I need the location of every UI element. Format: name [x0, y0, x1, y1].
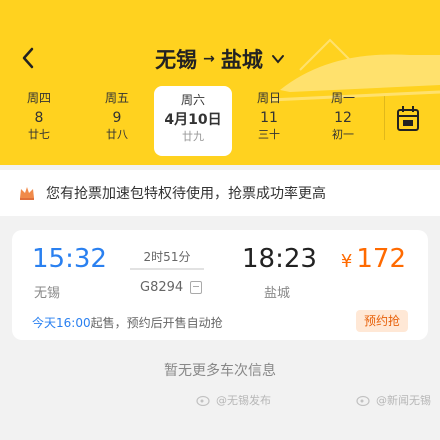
chevron-down-icon [271, 52, 285, 66]
date-weekday: 周一 [330, 91, 355, 105]
no-more-trains: 暂无更多车次信息 [164, 363, 276, 379]
date-weekday: 周日 [256, 91, 281, 105]
departure-time: 15:32 [32, 244, 107, 274]
watermark-text: @新闻无锡 [376, 394, 431, 407]
date-weekday: 周五 [104, 91, 129, 105]
departure-station: 无锡 [34, 286, 61, 301]
train-info-icon[interactable] [190, 281, 202, 294]
weibo-icon [356, 394, 372, 406]
crown-icon [18, 184, 36, 202]
sale-info: 今天16:00起售，预约后开售自动抢 [32, 314, 223, 331]
date-lunar: 廿九 [182, 130, 204, 143]
watermark-text: @无锡发布 [216, 394, 271, 407]
date-day: 4月10日 [164, 112, 222, 128]
date-lunar: 廿七 [28, 128, 50, 141]
arrival-station: 盐城 [264, 286, 291, 301]
watermark-1: @无锡发布 [196, 392, 271, 408]
date-item-sun[interactable]: 周日 11 三十 [234, 90, 304, 150]
price-value: 172 [356, 244, 406, 274]
train-card[interactable]: 15:32 2时51分 18:23 ¥ 172 无锡 G8294 盐城 今天16… [12, 230, 428, 340]
date-day: 11 [260, 110, 278, 126]
reserve-badge[interactable]: 预约抢 [355, 310, 408, 332]
to-city: 盐城 [220, 48, 263, 72]
travel-duration: 2时51分 [143, 250, 191, 264]
watermark-2: @新闻无锡 [356, 392, 431, 408]
divider [384, 96, 385, 140]
route-arrow: → [203, 51, 215, 67]
date-day: 9 [112, 110, 122, 126]
train-number: G8294 [140, 280, 184, 295]
date-lunar: 三十 [258, 128, 280, 141]
calendar-icon [397, 106, 419, 131]
date-lunar: 廿八 [106, 128, 128, 141]
from-city: 无锡 [155, 48, 198, 72]
date-weekday: 周四 [26, 91, 51, 105]
header: 无锡 → 盐城 周四 8 廿七 周五 9 廿八 周六 4月10日 廿九 周日 1… [0, 0, 440, 165]
ticket-price: ¥ 172 [341, 244, 406, 274]
date-weekday: 周六 [180, 93, 205, 107]
date-day: 8 [34, 110, 44, 126]
sale-time: 今天16:00 [32, 316, 91, 330]
duration-line [130, 268, 204, 270]
sale-text: 起售，预约后开售自动抢 [90, 316, 223, 330]
date-lunar: 初一 [332, 128, 354, 141]
arrival-time: 18:23 [242, 244, 317, 274]
date-item-sat-selected[interactable]: 周六 4月10日 廿九 [154, 86, 232, 156]
speedup-notice[interactable]: 您有抢票加速包特权待使用，抢票成功率更高 [0, 170, 440, 216]
calendar-button[interactable] [396, 104, 420, 132]
route-selector[interactable]: 无锡 → 盐城 [0, 44, 440, 74]
date-item-thu[interactable]: 周四 8 廿七 [4, 90, 74, 150]
date-day: 12 [334, 110, 352, 126]
date-item-mon[interactable]: 周一 12 初一 [308, 90, 378, 150]
date-bar: 周四 8 廿七 周五 9 廿八 周六 4月10日 廿九 周日 11 三十 周一 … [0, 86, 440, 156]
date-item-fri[interactable]: 周五 9 廿八 [82, 90, 152, 150]
weibo-icon [196, 394, 212, 406]
notice-text: 您有抢票加速包特权待使用，抢票成功率更高 [46, 186, 326, 202]
currency-symbol: ¥ [340, 251, 353, 272]
